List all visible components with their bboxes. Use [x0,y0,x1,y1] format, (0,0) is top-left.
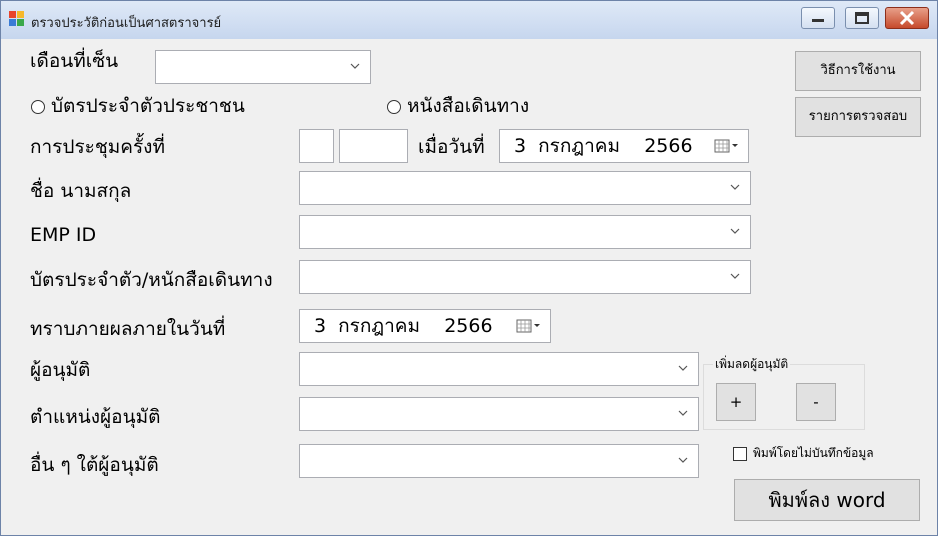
other-approver-select[interactable] [299,444,699,478]
chevron-down-icon [678,457,688,463]
label-approver-position: ตำแหน่งผู้อนุมัติ [30,406,161,428]
approver-group-title: เพิ่มลดผู้อนุมัติ [713,355,791,374]
radio-id-card[interactable] [31,100,45,114]
meeting-date-value: 3 กรกฎาคม 2566 [514,135,693,157]
meeting-number-input[interactable] [299,129,334,163]
add-approver-button[interactable]: + [716,383,756,421]
label-meeting: การประชุมครั้งที่ [30,136,165,158]
chevron-down-icon [350,63,360,69]
calendar-icon[interactable] [516,318,544,334]
label-id-card: บัตรประจำตัว/หนักสือเดินทาง [30,269,273,291]
window-title: ตรวจประวัติก่อนเป็นศาสตราจารย์ [31,16,222,31]
label-approver: ผู้อนุมัติ [30,359,91,381]
name-select[interactable] [299,171,751,205]
close-icon [899,10,915,26]
label-other-approver: อื่น ๆ ใต้ผู้อนุมัติ [30,454,159,476]
label-month: เดือนที่เซ็น [30,50,119,72]
form-body: เดือนที่เซ็น บัตรประจำตัวประชาชน หนังสือ… [9,39,929,527]
how-to-button[interactable]: วิธีการใช้งาน [795,51,921,91]
approver-position-select[interactable] [299,397,699,431]
app-window: ตรวจประวัติก่อนเป็นศาสตราจารย์ เดือนที่เ… [0,0,938,536]
chevron-down-icon [678,365,688,371]
radio-passport[interactable] [387,100,401,114]
id-card-select[interactable] [299,260,751,294]
print-no-save-checkbox[interactable] [733,447,747,461]
print-word-button[interactable]: พิมพ์ลง word [734,479,920,521]
remove-approver-button[interactable]: - [796,383,836,421]
approver-select[interactable] [299,352,699,386]
chevron-down-icon [730,273,740,279]
maximize-icon [855,12,869,24]
month-select[interactable] [155,50,371,84]
minimize-button[interactable] [801,7,835,29]
check-list-button[interactable]: รายการตรวจสอบ [795,97,921,137]
meeting-date-picker[interactable]: 3 กรกฎาคม 2566 [499,129,749,163]
chevron-down-icon [678,410,688,416]
calendar-icon[interactable] [714,138,742,154]
label-on-date: เมื่อวันที่ [418,136,485,158]
chevron-down-icon [730,184,740,190]
label-name: ชื่อ นามสกุล [30,180,132,202]
app-icon [9,11,24,26]
result-date-value: 3 กรกฎาคม 2566 [314,315,493,337]
meeting-year-input[interactable] [339,129,408,163]
radio-passport-label: หนังสือเดินทาง [407,95,530,117]
minimize-icon [812,19,824,22]
chevron-down-icon [730,228,740,234]
emp-id-select[interactable] [299,215,751,249]
maximize-button[interactable] [845,7,879,29]
close-button[interactable] [885,7,929,29]
result-date-picker[interactable]: 3 กรกฎาคม 2566 [299,309,551,343]
label-result-date: ทราบภายผลภายในวันที่ [30,318,226,340]
print-no-save-label: พิมพ์โดยไม่บันทึกข้อมูล [753,446,874,460]
radio-id-card-label: บัตรประจำตัวประชาชน [51,95,245,117]
title-bar[interactable]: ตรวจประวัติก่อนเป็นศาสตราจารย์ [1,1,937,39]
label-emp-id: EMP ID [30,224,97,246]
